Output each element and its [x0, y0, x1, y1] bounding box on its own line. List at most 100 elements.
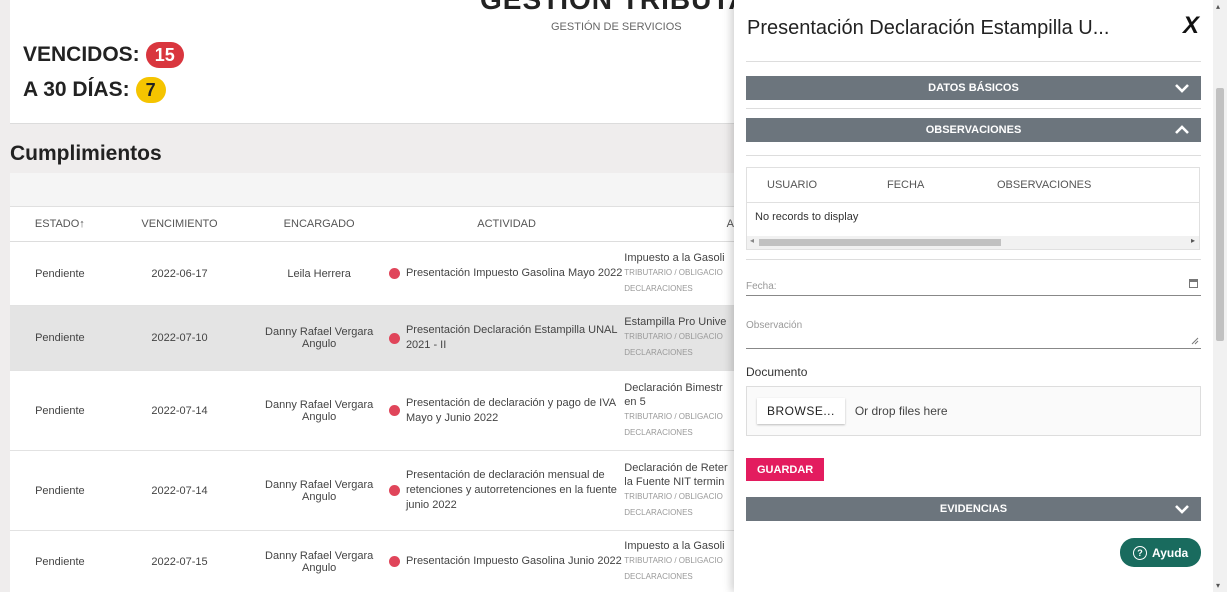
scroll-up-icon[interactable]: ▴ [1216, 2, 1220, 11]
detalle-text-2: la Fuente NIT termin [624, 475, 725, 488]
table-header: ESTADO↑ VENCIMIENTO ENCARGADO ACTIVIDAD … [10, 207, 734, 242]
grid-horizontal-scrollbar[interactable]: ◂ ▸ [747, 236, 1199, 249]
status-dot-icon [388, 405, 400, 416]
cell-actividad: Presentación Impuesto Gasolina Mayo 2022 [388, 242, 624, 305]
section-datos-basicos[interactable]: DATOS BÁSICOS [746, 76, 1201, 100]
cell-estado: Pendiente [35, 484, 85, 497]
status-dot-icon [388, 556, 400, 567]
detalle-text: Impuesto a la Gasoli [624, 251, 725, 264]
cell-actividad: Presentación Declaración Estampilla UNAL… [388, 306, 624, 370]
cell-vencimiento: 2022-07-10 [151, 332, 208, 344]
cell-detalle: Declaración de Reter la Fuente NIT termi… [624, 451, 734, 530]
grid-header: USUARIO FECHA OBSERVACIONES [747, 168, 1199, 203]
file-drop-zone[interactable]: BROWSE... Or drop files here [746, 386, 1201, 436]
cell-encargado: Danny Rafael Vergara Angulo [265, 398, 374, 423]
fecha-field[interactable]: Fecha: [746, 276, 1201, 296]
actividad-text: Presentación de declaración mensual de r… [405, 469, 617, 511]
fecha-label: Fecha: [746, 281, 777, 292]
actividad-text: Presentación Impuesto Gasolina Mayo 2022 [405, 267, 623, 279]
cell-actividad: Presentación de declaración y pago de IV… [388, 371, 624, 450]
due30-count-badge[interactable]: 7 [135, 77, 166, 103]
cell-detalle: Impuesto a la Gasoli TRIBUTARIO / OBLIGA… [624, 531, 734, 592]
table-row[interactable]: Pendiente 2022-07-14 Danny Rafael Vergar… [10, 371, 734, 451]
overdue-count-badge[interactable]: 15 [145, 42, 184, 68]
grid-empty-message: No records to display [755, 211, 859, 223]
categoria-text: TRIBUTARIO / OBLIGACIO [624, 491, 723, 501]
drop-hint: Or drop files here [854, 404, 948, 418]
divider [746, 155, 1201, 156]
detalle-text: Declaración de Reter [624, 461, 728, 474]
detalle-text: Declaración Bimestr [624, 381, 723, 394]
tipo-text: DECLARACIONES [624, 283, 693, 293]
detalle-text: Impuesto a la Gasoli [624, 539, 725, 552]
table-toolbar [10, 173, 734, 207]
observations-grid: USUARIO FECHA OBSERVACIONES No records t… [746, 167, 1200, 250]
cell-encargado: Leila Herrera [287, 267, 351, 280]
save-button[interactable]: GUARDAR [746, 458, 825, 481]
panel-title: Presentación Declaración Estampilla U... [747, 17, 1110, 39]
calendar-icon[interactable] [1189, 279, 1198, 288]
cell-encargado: Danny Rafael Vergara Angulo [265, 478, 374, 503]
tipo-text: DECLARACIONES [624, 348, 693, 357]
section-label: EVIDENCIAS [939, 503, 1008, 515]
status-dot-icon [388, 485, 400, 496]
divider [746, 108, 1201, 109]
section-evidencias[interactable]: EVIDENCIAS [746, 497, 1201, 521]
grid-column-fecha[interactable]: FECHA [837, 179, 957, 191]
cell-vencimiento: 2022-06-17 [151, 267, 208, 280]
page-vertical-scrollbar[interactable]: ▴ ▾ [1213, 0, 1227, 592]
grid-column-usuario[interactable]: USUARIO [747, 179, 837, 191]
tipo-text: DECLARACIONES [624, 507, 693, 517]
section-label: DATOS BÁSICOS [928, 82, 1019, 94]
divider [746, 61, 1201, 62]
scroll-right-icon[interactable]: ▸ [1191, 236, 1195, 245]
column-header-encargado[interactable]: ENCARGADO [249, 218, 389, 230]
categoria-text: TRIBUTARIO / OBLIGACIO [624, 411, 723, 421]
scroll-thumb[interactable] [1216, 88, 1224, 341]
due30-stat: A 30 DÍAS: 7 [23, 77, 166, 103]
cell-detalle: Estampilla Pro Unive TRIBUTARIO / OBLIGA… [624, 306, 734, 370]
browse-button[interactable]: BROWSE... [757, 398, 845, 424]
close-button[interactable]: X [1183, 12, 1199, 40]
overdue-label: VENCIDOS: [23, 43, 140, 66]
chevron-down-icon [1175, 84, 1189, 93]
actividad-text: Presentación de declaración y pago de IV… [405, 396, 616, 424]
cell-detalle: Impuesto a la Gasoli TRIBUTARIO / OBLIGA… [624, 242, 734, 305]
status-dot-icon [388, 332, 400, 344]
actividad-text: Presentación Declaración Estampilla UNAL… [405, 324, 618, 351]
detalle-text-2: en 5 [624, 395, 646, 408]
scroll-down-icon[interactable]: ▾ [1216, 581, 1220, 590]
cell-detalle: Declaración Bimestr en 5 TRIBUTARIO / OB… [624, 371, 734, 450]
column-header-actividad[interactable]: ACTIVIDAD [389, 218, 624, 230]
cell-vencimiento: 2022-07-15 [151, 555, 208, 568]
detalle-text: Estampilla Pro Unive [624, 316, 727, 328]
observacion-label: Observación [746, 320, 803, 331]
tipo-text: DECLARACIONES [624, 571, 693, 581]
table-row[interactable]: Pendiente 2022-06-17 Leila Herrera Prese… [10, 242, 734, 306]
column-header-col5[interactable]: A [624, 218, 734, 230]
detail-panel: Presentación Declaración Estampilla U...… [734, 0, 1213, 592]
scroll-left-icon[interactable]: ◂ [750, 236, 754, 245]
documento-label: Documento [746, 365, 808, 379]
cell-estado: Pendiente [35, 267, 85, 280]
table-row[interactable]: Pendiente 2022-07-15 Danny Rafael Vergar… [10, 531, 734, 592]
page-subtitle: GESTIÓN DE SERVICIOS [551, 21, 682, 33]
table-row[interactable]: Pendiente 2022-07-14 Danny Rafael Vergar… [10, 451, 734, 531]
status-dot-icon [388, 268, 400, 279]
cell-vencimiento: 2022-07-14 [151, 484, 208, 497]
grid-column-observaciones[interactable]: OBSERVACIONES [957, 179, 1157, 191]
section-observaciones[interactable]: OBSERVACIONES [746, 118, 1201, 142]
cell-actividad: Presentación de declaración mensual de r… [388, 451, 624, 530]
help-button[interactable]: ? Ayuda [1120, 538, 1202, 567]
column-header-estado[interactable]: ESTADO↑ [10, 218, 110, 230]
cell-estado: Pendiente [35, 404, 85, 417]
scroll-thumb[interactable] [759, 239, 1001, 246]
column-header-vencimiento[interactable]: VENCIMIENTO [110, 218, 250, 230]
resize-handle-icon[interactable] [1191, 337, 1199, 345]
section-title: Cumplimientos [10, 142, 162, 165]
cell-estado: Pendiente [35, 332, 85, 344]
divider [746, 259, 1201, 260]
cell-vencimiento: 2022-07-14 [151, 404, 208, 417]
table-row[interactable]: Pendiente 2022-07-10 Danny Rafael Vergar… [10, 306, 734, 371]
observacion-field[interactable]: Observación [746, 315, 1201, 349]
